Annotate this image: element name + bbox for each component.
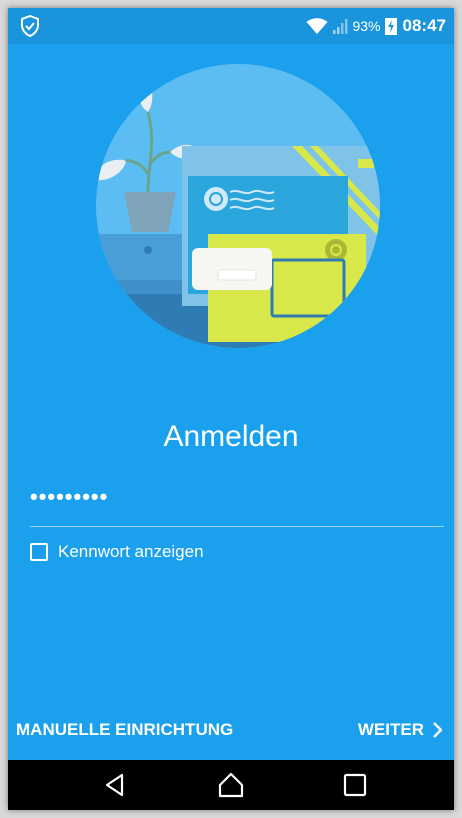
back-icon[interactable] — [102, 772, 128, 798]
shield-check-icon — [21, 15, 39, 37]
status-bar: 93% 08:47 — [8, 8, 454, 44]
mail-illustration — [96, 64, 380, 348]
status-icons: 93% 08:47 — [306, 14, 446, 38]
next-button[interactable]: WEITER — [352, 716, 448, 744]
recents-icon[interactable] — [342, 772, 368, 798]
navigation-bar — [8, 760, 454, 810]
wifi-icon — [306, 18, 328, 34]
chevron-right-icon — [433, 722, 442, 738]
home-icon[interactable] — [218, 772, 244, 798]
status-clock: 08:47 — [402, 16, 446, 35]
app-frame: 93% 08:47 Anmelden ••••••••• Kennwort an… — [8, 8, 454, 810]
password-value: ••••••••• — [30, 484, 109, 509]
manual-setup-button[interactable]: MANUELLE EINRICHTUNG — [10, 716, 239, 744]
show-password-toggle[interactable]: Kennwort anzeigen — [30, 542, 204, 562]
signal-icon — [333, 19, 348, 34]
password-underline — [30, 526, 444, 527]
battery-percent: 93% — [352, 18, 381, 34]
next-label: WEITER — [357, 720, 424, 739]
battery-charging-icon — [384, 18, 397, 35]
password-field[interactable]: ••••••••• — [30, 484, 444, 524]
show-password-label: Kennwort anzeigen — [58, 542, 204, 561]
show-password-checkbox[interactable] — [30, 543, 48, 561]
page-title: Anmelden — [163, 420, 299, 453]
